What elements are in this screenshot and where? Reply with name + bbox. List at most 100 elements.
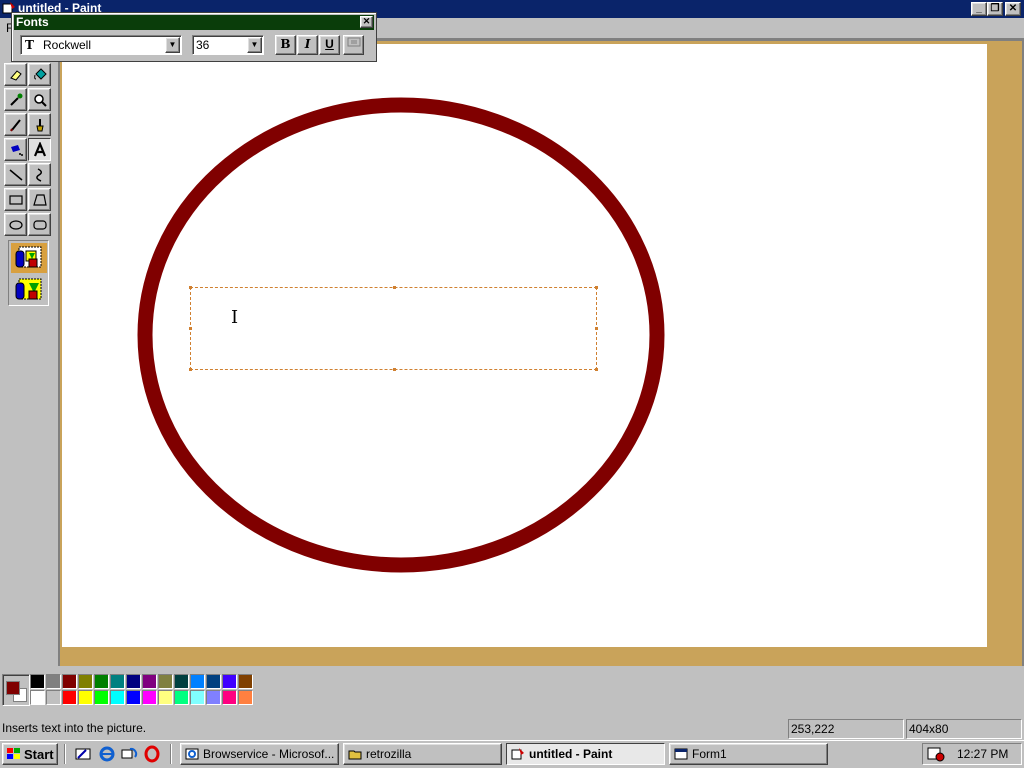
- truetype-icon: T: [25, 38, 34, 52]
- vertical-text-icon: [347, 37, 360, 47]
- palette-swatch[interactable]: [62, 674, 77, 689]
- resize-handle[interactable]: [189, 286, 192, 289]
- vertical-text-button[interactable]: [343, 35, 364, 55]
- internet-explorer-icon[interactable]: [98, 745, 116, 763]
- rounded-rectangle-tool[interactable]: [28, 213, 51, 236]
- taskbar-button-retrozilla[interactable]: retrozilla: [343, 743, 502, 765]
- fill-tool[interactable]: [28, 63, 51, 86]
- rectangle-tool[interactable]: [4, 188, 27, 211]
- bold-button[interactable]: B: [275, 35, 296, 55]
- palette-swatch[interactable]: [46, 674, 61, 689]
- palette-swatch[interactable]: [94, 674, 109, 689]
- magnifier-tool[interactable]: [28, 88, 51, 111]
- free-select-tool[interactable]: [4, 63, 27, 86]
- resize-handle[interactable]: [189, 327, 192, 330]
- palette-swatch[interactable]: [126, 690, 141, 705]
- palette-swatch[interactable]: [238, 690, 253, 705]
- clock[interactable]: 12:27 PM: [957, 747, 1008, 761]
- outlook-express-icon[interactable]: [120, 745, 138, 763]
- resize-handle[interactable]: [595, 368, 598, 371]
- show-desktop-icon[interactable]: [74, 745, 92, 763]
- fonts-close-button[interactable]: ✕: [360, 16, 373, 28]
- resize-handle[interactable]: [393, 368, 396, 371]
- palette-swatch[interactable]: [158, 674, 173, 689]
- resize-handle[interactable]: [595, 327, 598, 330]
- font-name-combo[interactable]: T Rockwell ▼: [20, 35, 182, 55]
- taskbar-button-label: Browservice - Microsof...: [203, 747, 335, 761]
- eyedropper-icon: [9, 93, 22, 106]
- fonts-toolbar: Fonts ✕ T Rockwell ▼ 36 ▼ B I U: [11, 12, 377, 62]
- resize-handle[interactable]: [595, 286, 598, 289]
- line-tool[interactable]: [4, 163, 27, 186]
- start-button[interactable]: Start: [2, 743, 58, 765]
- primary-color: [6, 681, 20, 695]
- palette-swatch[interactable]: [142, 690, 157, 705]
- restore-button[interactable]: ❐: [987, 2, 1003, 16]
- transparent-background-option[interactable]: [11, 275, 47, 305]
- airbrush-tool[interactable]: [4, 138, 27, 161]
- resize-handle[interactable]: [189, 368, 192, 371]
- opaque-background-option[interactable]: [11, 243, 47, 273]
- minimize-button[interactable]: _: [971, 2, 987, 16]
- taskbar-separator: [170, 744, 172, 764]
- taskbar-button-paint[interactable]: untitled - Paint: [506, 743, 665, 765]
- palette-swatch[interactable]: [174, 690, 189, 705]
- paint-app-icon: [511, 748, 524, 760]
- text-input-box[interactable]: [190, 287, 597, 370]
- folder-icon: [348, 750, 362, 760]
- palette-swatch[interactable]: [222, 690, 237, 705]
- brush-tool[interactable]: [28, 113, 51, 136]
- palette-swatch[interactable]: [78, 674, 93, 689]
- current-colors[interactable]: [2, 674, 30, 706]
- palette-swatch[interactable]: [94, 690, 109, 705]
- taskbar-button-label: Form1: [692, 747, 727, 761]
- palette-swatch[interactable]: [110, 674, 125, 689]
- palette-swatch[interactable]: [46, 690, 61, 705]
- palette-swatch[interactable]: [126, 674, 141, 689]
- chevron-down-icon[interactable]: ▼: [247, 37, 262, 53]
- ibeam-cursor-icon: I: [231, 307, 239, 328]
- palette-swatch[interactable]: [62, 690, 77, 705]
- palette-swatch[interactable]: [110, 690, 125, 705]
- palette-swatch[interactable]: [174, 674, 189, 689]
- palette-swatch[interactable]: [158, 690, 173, 705]
- palette-swatch[interactable]: [30, 674, 45, 689]
- browser-window-icon: [185, 748, 199, 760]
- text-tool[interactable]: [28, 138, 51, 161]
- palette-swatch[interactable]: [78, 690, 93, 705]
- rounded-rectangle-icon: [32, 219, 47, 230]
- opera-icon[interactable]: [143, 745, 161, 763]
- pencil-icon: [9, 118, 21, 131]
- taskbar-button-form1[interactable]: Form1: [669, 743, 828, 765]
- palette-swatch[interactable]: [222, 674, 237, 689]
- resize-handle[interactable]: [393, 286, 396, 289]
- palette-swatch[interactable]: [238, 674, 253, 689]
- scheduler-icon[interactable]: [927, 746, 945, 762]
- taskbar-button-label: retrozilla: [366, 747, 412, 761]
- pencil-tool[interactable]: [4, 113, 27, 136]
- palette-swatch[interactable]: [206, 674, 221, 689]
- eraser-icon: [9, 69, 22, 81]
- palette-swatch[interactable]: [142, 674, 157, 689]
- curve-tool[interactable]: [28, 163, 51, 186]
- palette-swatch[interactable]: [206, 690, 221, 705]
- palette-swatch[interactable]: [190, 674, 205, 689]
- polygon-tool[interactable]: [28, 188, 51, 211]
- fonts-title-bar[interactable]: Fonts ✕: [14, 15, 374, 30]
- line-icon: [9, 168, 22, 181]
- chevron-down-icon[interactable]: ▼: [165, 37, 180, 53]
- italic-button[interactable]: I: [297, 35, 318, 55]
- close-button[interactable]: ✕: [1005, 2, 1021, 16]
- selection-size: 404x80: [906, 719, 1022, 739]
- palette-swatch[interactable]: [30, 690, 45, 705]
- taskbar-separator: [64, 744, 66, 764]
- airbrush-icon: [10, 144, 23, 156]
- taskbar-button-browservice[interactable]: Browservice - Microsof...: [180, 743, 339, 765]
- palette-swatch[interactable]: [190, 690, 205, 705]
- windows-logo-icon: [7, 748, 20, 759]
- font-size-combo[interactable]: 36 ▼: [192, 35, 264, 55]
- opaque-mode-icon: [15, 246, 42, 268]
- color-picker-tool[interactable]: [4, 88, 27, 111]
- underline-button[interactable]: U: [319, 35, 340, 55]
- ellipse-tool[interactable]: [4, 213, 27, 236]
